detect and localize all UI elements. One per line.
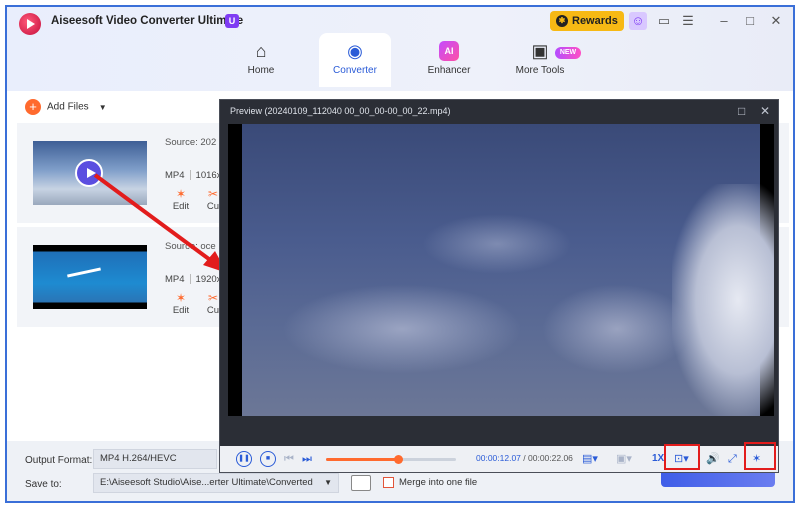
progress-fill [326,458,398,461]
close-icon[interactable]: ✕ [760,104,770,118]
video-player[interactable] [228,124,774,416]
stop-button[interactable]: ■ [260,451,276,467]
previous-frame-icon[interactable]: ⏮ [284,451,294,467]
video-frame [242,124,774,416]
highlight-box [664,444,700,470]
pause-button[interactable]: ❚❚ [236,451,252,467]
progress-knob[interactable] [393,455,403,464]
speed-button[interactable]: 1X [652,451,664,467]
highlight-box [744,442,776,470]
app-window: Aiseesoft Video Converter Ultimate U ✱ Re… [5,5,795,503]
total-time: / 00:00:22.06 [523,453,573,463]
time-display: 00:00:12.07 / 00:00:22.06 [476,453,573,463]
maximize-icon[interactable]: □ [738,104,745,118]
next-frame-icon[interactable]: ⏭ [302,451,312,467]
preview-title: Preview (20240109_112040 00_00_00-00_00_… [230,106,451,116]
player-controls: ❚❚ ■ ⏮ ⏭ 00:00:12.07 / 00:00:22.06 ▤▾ ▣▾… [220,442,778,472]
volume-icon[interactable]: 🔊 [706,451,720,467]
preview-window: Preview (20240109_112040 00_00_00-00_00_… [219,99,779,473]
audio-track-icon[interactable]: ▤▾ [582,451,598,467]
fullscreen-icon[interactable]: ⤢ [728,451,737,467]
subtitle-icon[interactable]: ▣▾ [616,451,632,467]
current-time: 00:00:12.07 [476,453,521,463]
progress-track[interactable] [326,455,456,464]
